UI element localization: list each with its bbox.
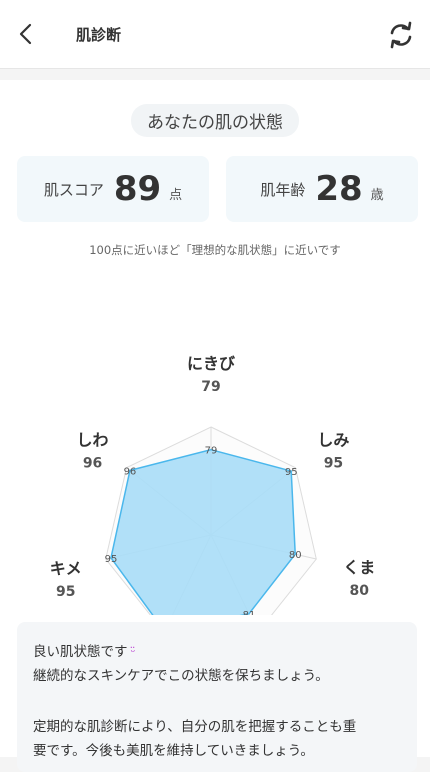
chevron-left-icon [19, 23, 32, 45]
radar-axis-score: 96 [83, 456, 102, 472]
skin-age-value: 28 [315, 169, 363, 209]
message-line-3: 定期的な肌診断により、自分の肌を把握することも重 [33, 719, 357, 735]
radar-series-area [110, 448, 296, 615]
skin-score-label: 肌スコア [43, 180, 104, 199]
radar-point-value: 80 [289, 550, 302, 561]
radar-axis-label: しわ [77, 431, 109, 450]
message-line-2: 継続的なスキンケアでこの状態を保ちましょう。 [33, 668, 329, 684]
radar-point-value: 95 [105, 554, 118, 565]
radar-axis-score: 95 [56, 584, 75, 600]
radar-point-value: 95 [285, 467, 298, 478]
skin-radar-chart: 79958081999596にきび79しみ95くま80うるおい81毛穴99キメ9… [50, 354, 375, 615]
advice-message-box: 良い肌状態です ᵕ̈ 継続的なスキンケアでこの状態を保ちましょう。 定期的な肌診断… [17, 622, 417, 772]
radar-axis-label: キメ [50, 559, 82, 578]
smile-icon: ᵕ̈ [130, 645, 136, 659]
radar-axis-label: くま [343, 558, 375, 577]
radar-point-value: 81 [243, 610, 256, 615]
radar-point-value: 79 [205, 446, 218, 457]
skin-age-card: 肌年齢 28 歳 [226, 156, 418, 222]
message-line-1: 良い肌状態です [33, 644, 128, 660]
skin-score-card: 肌スコア 89 点 [17, 156, 209, 222]
radar-axis-label: にきび [187, 354, 236, 373]
refresh-button[interactable] [386, 20, 416, 50]
skin-age-unit: 歳 [370, 187, 384, 203]
back-button[interactable] [10, 18, 42, 50]
section-heading: あなたの肌の状態 [131, 104, 299, 137]
app-header: 肌診断 [0, 0, 430, 69]
radar-axis-score: 80 [350, 583, 370, 599]
radar-axis-label: しみ [317, 431, 349, 450]
score-note: 100点に近いほど「理想的な肌状態」に近いです [89, 243, 341, 257]
page-title: 肌診断 [76, 26, 122, 44]
diagnosis-content: あなたの肌の状態 肌スコア 89 点 肌年齢 28 歳 100点に近いほど「理想… [0, 80, 430, 772]
skin-score-unit: 点 [169, 187, 183, 203]
message-line-4: 要です。今後も美肌を維持していきましょう。 [33, 743, 314, 759]
radar-axis-score: 79 [201, 379, 220, 395]
radar-point-value: 96 [124, 466, 137, 477]
refresh-icon [390, 21, 412, 49]
radar-axis-score: 95 [324, 456, 343, 472]
skin-age-label: 肌年齢 [260, 180, 306, 199]
skin-score-value: 89 [113, 169, 162, 209]
